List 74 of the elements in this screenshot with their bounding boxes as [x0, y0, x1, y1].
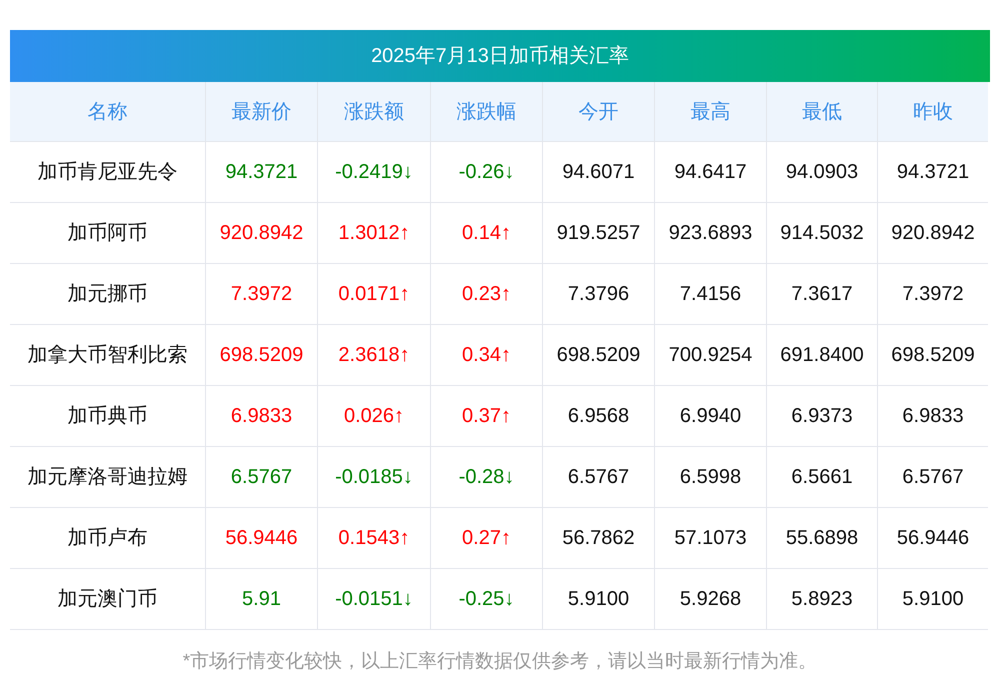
table-cell: -0.2419↓ — [317, 142, 430, 203]
currency-pair-name: 加元澳门币 — [10, 569, 205, 630]
table-cell: 56.9446 — [205, 508, 317, 569]
table-cell: -0.0185↓ — [317, 447, 430, 508]
table-cell: 7.3796 — [542, 264, 654, 325]
table-cell: 0.37↑ — [430, 386, 542, 447]
table-cell: 923.6893 — [654, 203, 766, 264]
table-cell: 0.1543↑ — [317, 508, 430, 569]
table-cell: 94.6417 — [654, 142, 766, 203]
table-cell: 94.3721 — [205, 142, 317, 203]
currency-pair-name: 加元挪币 — [10, 264, 205, 325]
currency-pair-name: 加币典币 — [10, 386, 205, 447]
table-cell: 919.5257 — [542, 203, 654, 264]
table-cell: 55.6898 — [766, 508, 877, 569]
table-cell: 920.8942 — [205, 203, 317, 264]
table-cell: 0.0171↑ — [317, 264, 430, 325]
table-cell: 698.5209 — [542, 325, 654, 386]
table-cell: 691.8400 — [766, 325, 877, 386]
table-cell: 5.9100 — [542, 569, 654, 630]
table-cell: 6.9833 — [877, 386, 988, 447]
table-cell: 5.9100 — [877, 569, 988, 630]
column-header: 最新价 — [205, 82, 317, 142]
table-cell: 6.9373 — [766, 386, 877, 447]
column-header: 涨跌额 — [317, 82, 430, 142]
table-cell: 94.3721 — [877, 142, 988, 203]
table-cell: -0.28↓ — [430, 447, 542, 508]
table-cell: 0.34↑ — [430, 325, 542, 386]
currency-pair-name: 加币肯尼亚先令 — [10, 142, 205, 203]
table-cell: 698.5209 — [877, 325, 988, 386]
table-cell: 2.3618↑ — [317, 325, 430, 386]
table-cell: 7.4156 — [654, 264, 766, 325]
table-cell: 6.5998 — [654, 447, 766, 508]
column-header: 最高 — [654, 82, 766, 142]
table-cell: 6.9568 — [542, 386, 654, 447]
table-cell: 1.3012↑ — [317, 203, 430, 264]
column-header: 最低 — [766, 82, 877, 142]
table-cell: 920.8942 — [877, 203, 988, 264]
table-cell: 6.9833 — [205, 386, 317, 447]
column-header: 名称 — [10, 82, 205, 142]
table-title-bar: 2025年7月13日加币相关汇率 — [10, 30, 990, 82]
table-cell: -0.0151↓ — [317, 569, 430, 630]
footnote: *市场行情变化较快，以上汇率行情数据仅供参考，请以当时最新行情为准。 — [182, 650, 818, 674]
table-cell: 0.026↑ — [317, 386, 430, 447]
table-cell: 6.9940 — [654, 386, 766, 447]
table-cell: 6.5767 — [205, 447, 317, 508]
table-cell: 6.5767 — [542, 447, 654, 508]
table-cell: -0.25↓ — [430, 569, 542, 630]
table-cell: 56.9446 — [877, 508, 988, 569]
table-cell: 0.27↑ — [430, 508, 542, 569]
currency-pair-name: 加币卢布 — [10, 508, 205, 569]
table-cell: 7.3972 — [877, 264, 988, 325]
table-cell: 5.9268 — [654, 569, 766, 630]
table-cell: 5.91 — [205, 569, 317, 630]
table-cell: 94.0903 — [766, 142, 877, 203]
table-cell: 57.1073 — [654, 508, 766, 569]
column-header: 今开 — [542, 82, 654, 142]
table-cell: 94.6071 — [542, 142, 654, 203]
table-cell: 700.9254 — [654, 325, 766, 386]
currency-pair-name: 加元摩洛哥迪拉姆 — [10, 447, 205, 508]
table-cell: 5.8923 — [766, 569, 877, 630]
column-header: 涨跌幅 — [430, 82, 542, 142]
table-cell: -0.26↓ — [430, 142, 542, 203]
table-cell: 7.3972 — [205, 264, 317, 325]
currency-pair-name: 加币阿币 — [10, 203, 205, 264]
table-cell: 7.3617 — [766, 264, 877, 325]
table-cell: 0.14↑ — [430, 203, 542, 264]
table-cell: 698.5209 — [205, 325, 317, 386]
currency-pair-name: 加拿大币智利比索 — [10, 325, 205, 386]
table-cell: 56.7862 — [542, 508, 654, 569]
table-cell: 6.5767 — [877, 447, 988, 508]
table-cell: 914.5032 — [766, 203, 877, 264]
column-header: 昨收 — [877, 82, 988, 142]
table-cell: 0.23↑ — [430, 264, 542, 325]
table-cell: 6.5661 — [766, 447, 877, 508]
